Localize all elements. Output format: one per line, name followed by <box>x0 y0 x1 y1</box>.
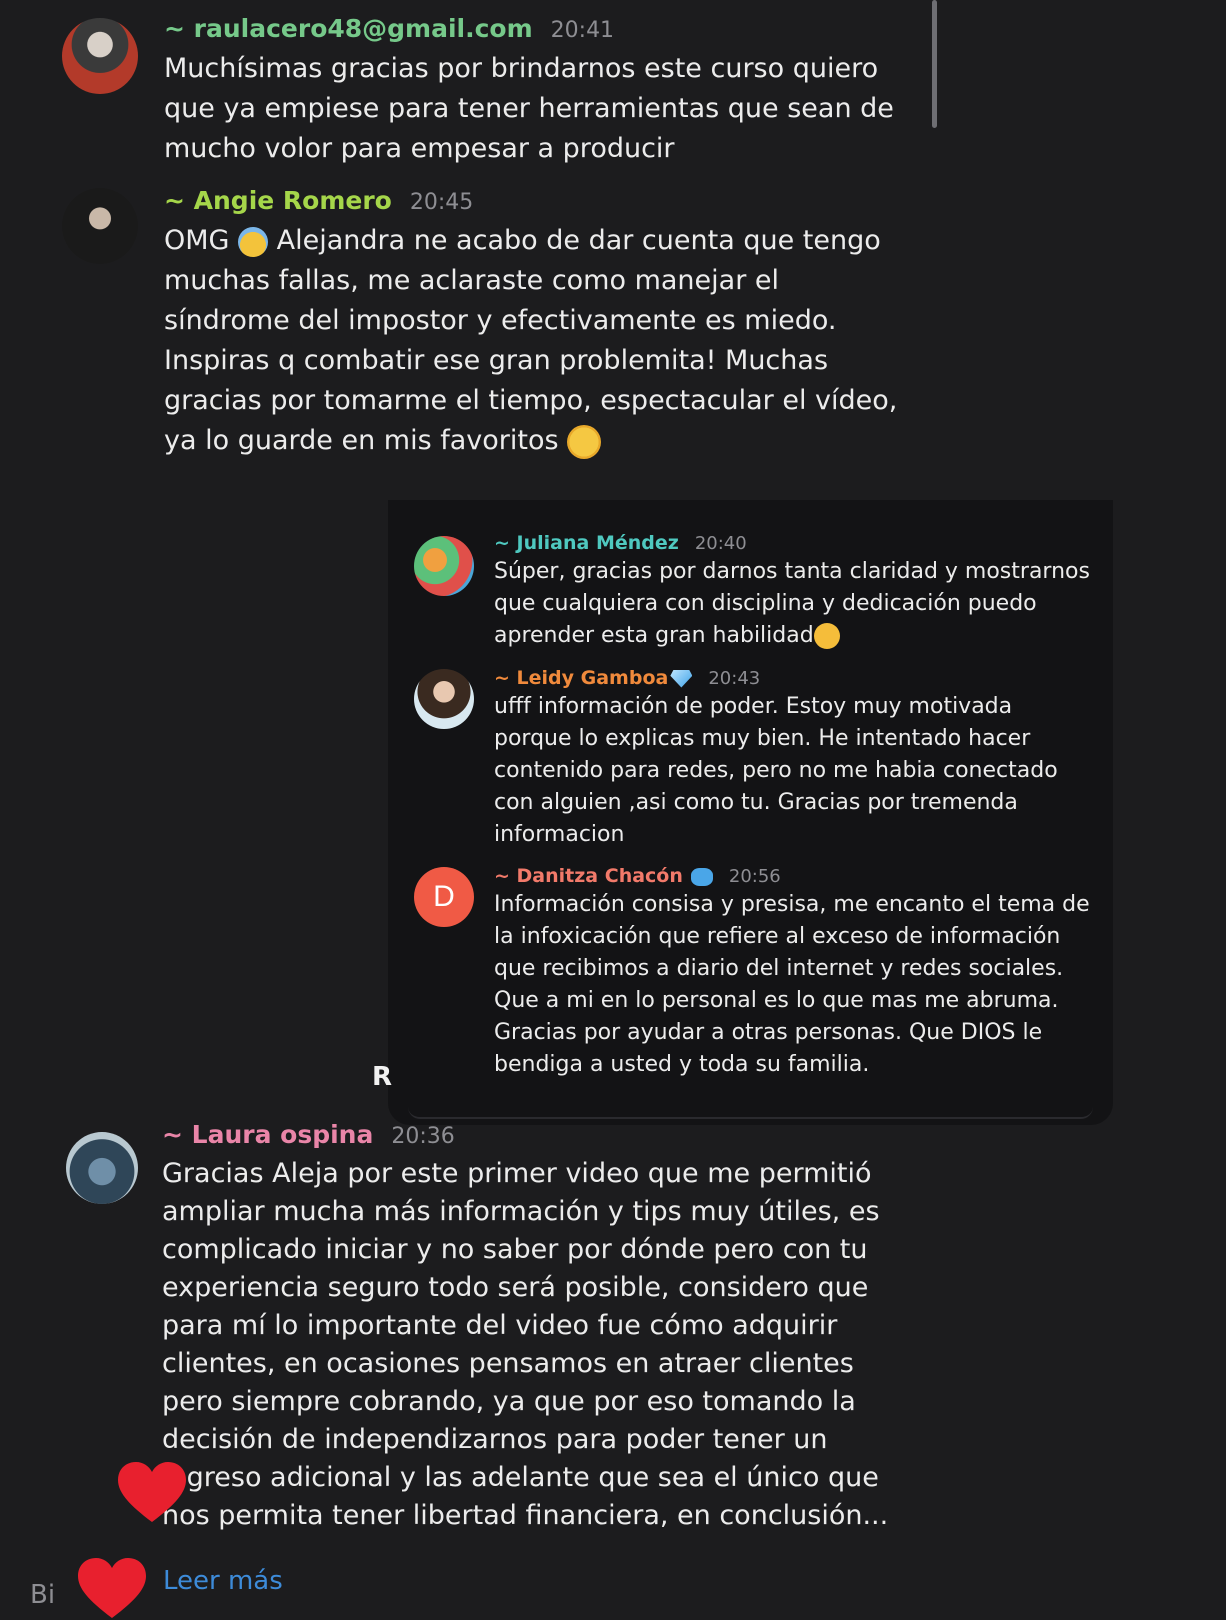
partying-face-emoji <box>567 424 602 459</box>
sender-name[interactable]: ~ Laura ospina <box>162 1120 373 1149</box>
sender-name[interactable]: ~ Leidy Gamboa <box>494 667 693 689</box>
message-text: Súper, gracias por darnos tanta claridad… <box>494 556 1104 652</box>
sender-name-text: ~ Leidy Gamboa <box>494 667 669 689</box>
read-more-link[interactable]: Leer más <box>163 1566 283 1596</box>
avatar-letter: D <box>433 880 455 913</box>
sender-name-text: ~ Danitza Chacón <box>494 865 683 887</box>
sender-name[interactable]: ~ raulacero48@gmail.com <box>164 14 533 43</box>
message-text-part: Súper, gracias por darnos tanta claridad… <box>494 559 1090 648</box>
heart-icon <box>118 1462 186 1522</box>
avatar[interactable] <box>414 536 474 596</box>
message-text: Gracias Aleja por este primer video que … <box>162 1158 889 1531</box>
message-text-part: OMG <box>164 225 239 256</box>
sender-name[interactable]: ~ Juliana Méndez <box>494 532 679 554</box>
card-bottom-edge <box>408 1107 1093 1119</box>
corner-text: Bi <box>30 1580 56 1610</box>
gem-emoji <box>670 669 693 688</box>
avatar[interactable]: D <box>414 867 474 927</box>
butterfly-emoji <box>690 867 713 886</box>
message-text: Muchísimas gracias por brindarnos este c… <box>164 53 894 164</box>
message-time: 20:45 <box>409 190 474 215</box>
avatar[interactable] <box>62 18 138 94</box>
message-time: 20:43 <box>708 668 761 689</box>
avatar[interactable] <box>66 1132 138 1204</box>
avatar[interactable] <box>62 188 138 264</box>
message-time: 20:36 <box>391 1124 455 1149</box>
message-time: 20:41 <box>550 18 615 43</box>
quoted-messages-card: ~ Juliana Méndez 20:40 Súper, gracias po… <box>388 500 1113 1125</box>
avatar[interactable] <box>414 669 474 729</box>
heart-icon <box>78 1558 146 1618</box>
screaming-face-emoji <box>238 226 269 257</box>
message-time: 20:40 <box>694 533 747 554</box>
message-time: 20:56 <box>728 866 781 887</box>
message-text-part: Alejandra ne acabo de dar cuenta que ten… <box>164 225 898 456</box>
sender-name[interactable]: ~ Angie Romero <box>164 186 392 215</box>
message-text: ufff información de poder. Estoy muy mot… <box>494 694 1058 847</box>
smiling-face-emoji <box>813 623 840 649</box>
message-text: OMG Alejandra ne acabo de dar cuenta que… <box>164 221 944 461</box>
stray-letter: R <box>372 1062 393 1092</box>
sender-name[interactable]: ~ Danitza Chacón <box>494 865 713 887</box>
message-text: Información consisa y presisa, me encant… <box>494 892 1090 1077</box>
